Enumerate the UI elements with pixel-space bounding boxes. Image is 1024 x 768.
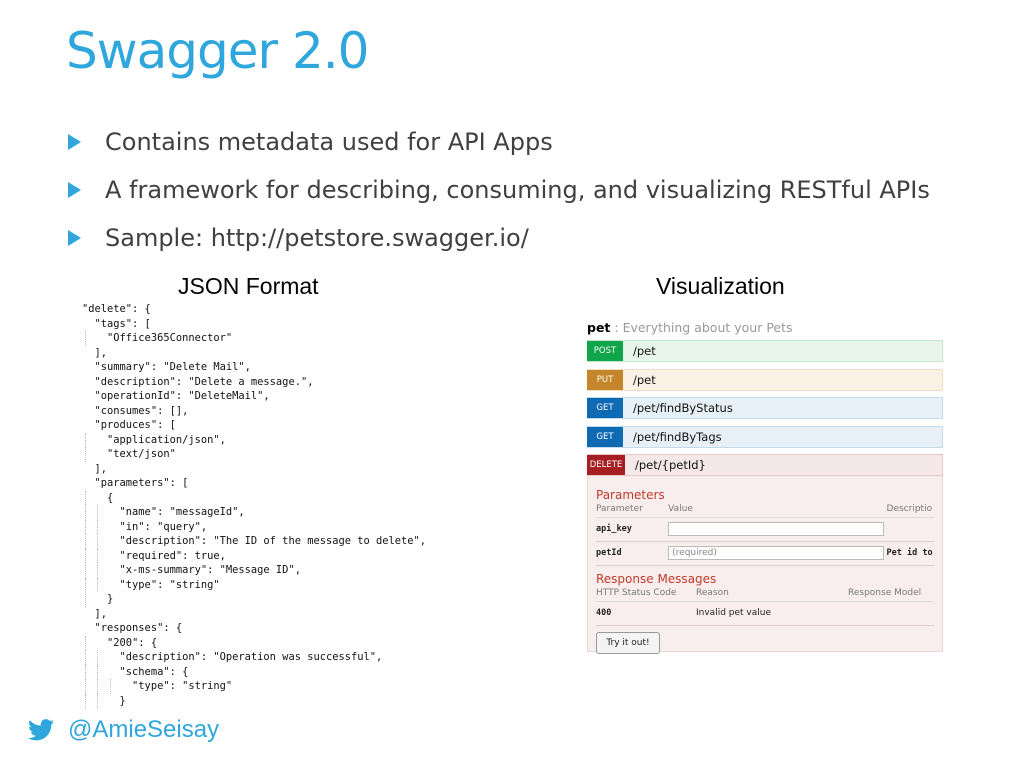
code-line: "x-ms-summary": "Message ID", [82,563,301,578]
indent-guide [97,577,99,592]
bullet-list: Contains metadata used for API Apps A fr… [68,118,930,262]
code-line: "parameters": [ [82,477,189,489]
operation-post[interactable]: POST/pet [587,340,943,362]
http-verb-badge: PUT [587,369,623,390]
twitter-bird-icon [28,719,54,741]
indent-guide [97,548,99,563]
code-line: "operationId": "DeleteMail", [82,390,270,402]
code-line: "tags": [ [82,317,151,330]
code-line: ], [82,462,108,475]
code-line: "description": "The ID of the message to… [82,534,427,549]
code-line: } [82,592,114,607]
indent-guide [84,548,86,563]
indent-guide [97,693,99,708]
response-header-row: HTTP Status Code Reason Response Model [596,586,934,602]
indent-guide [97,519,99,534]
code-line: "consumes": [], [82,404,189,417]
code-line: "type": "string" [82,577,220,592]
slide-title: Swagger 2.0 [66,22,369,80]
operation-path: /pet/findByStatus [633,401,733,415]
code-line: "responses": { [82,622,183,634]
indent-guide [97,534,99,549]
bullet-arrow-icon [68,182,81,198]
code-line: "in": "query", [82,519,208,534]
indent-guide [97,664,99,679]
resource-heading[interactable]: pet : Everything about your Pets [587,318,943,340]
json-format-heading: JSON Format [178,273,319,299]
indent-guide [84,447,86,462]
indent-guide [84,693,86,708]
code-line: "Office365Connector" [82,331,233,346]
try-it-out-button[interactable]: Try it out! [596,631,660,654]
code-line: "text/json" [82,447,176,462]
parameters-title: Parameters [596,487,665,502]
indent-guide [84,577,86,592]
code-line: "required": true, [82,548,226,563]
operation-path: /pet [633,344,656,358]
operation-list: POST/pet PUT/pet GET/pet/findByStatus GET/p… [587,340,943,476]
response-messages-title: Response Messages [596,571,717,586]
indent-guide [97,650,99,665]
indent-guide [84,331,86,346]
indent-guide [97,679,99,694]
operation-path: /pet/findByTags [633,429,722,444]
code-line: "application/json", [82,432,226,447]
operation-put[interactable]: PUT/pet [587,368,943,391]
indent-guide [84,664,86,679]
indent-guide [97,505,99,520]
operation-path: /pet [633,372,656,387]
visualization-heading: Visualization [656,273,785,299]
footer: @AmieSeisay [28,716,219,744]
code-line: { [82,490,114,505]
pet-id-input[interactable]: (required) [668,546,885,560]
api-key-input[interactable] [668,522,885,536]
json-code-block: "delete": { "tags": [ "Office365Connecto… [82,302,426,708]
indent-guide [84,519,86,534]
code-line: "schema": { [82,664,189,679]
bullet-item: Sample: http://petstore.swagger.io/ [68,214,930,262]
operation-get[interactable]: GET/pet/findByStatus [587,397,943,419]
indent-guide [97,563,99,578]
indent-guide [109,679,111,694]
code-line: "200": { [82,635,158,650]
http-verb-badge: DELETE [587,455,625,475]
code-line: "summary": "Delete Mail", [82,361,251,373]
code-line: "name": "messageId", [82,505,245,520]
code-line: "description": "Delete a message.", [82,375,314,388]
operation-get[interactable]: GET/pet/findByTags [587,425,943,448]
code-line: "produces": [ [82,419,176,431]
response-row: 400 Invalid pet value [596,602,934,626]
code-line: "type": "string" [82,679,233,694]
indent-guide [84,505,86,520]
indent-guide [84,490,86,505]
operation-detail-panel: Parameters Parameter Value Descriptio ap… [587,475,943,654]
http-verb-badge: GET [587,398,623,418]
code-line: ], [82,346,108,359]
indent-guide [84,534,86,549]
indent-guide [84,650,86,665]
swagger-ui-preview: pet : Everything about your Pets POST/pe… [587,318,943,680]
indent-guide [84,592,86,607]
twitter-handle[interactable]: @AmieSeisay [68,716,219,744]
indent-guide [84,635,86,650]
operation-path: /pet/{petId} [635,458,706,472]
code-line: "description": "Operation was successful… [82,650,383,665]
operation-delete[interactable]: DELETE/pet/{petId} [587,454,943,476]
indent-guide [84,563,86,578]
http-verb-badge: POST [587,341,623,361]
code-line: } [82,693,126,708]
indent-guide [84,432,86,447]
param-header-row: Parameter Value Descriptio [596,502,934,518]
code-line: ], [82,607,108,620]
bullet-item: Contains metadata used for API Apps [68,118,930,166]
param-row: api_key [596,518,934,542]
bullet-item: A framework for describing, consuming, a… [68,166,930,214]
bullet-arrow-icon [68,134,81,150]
indent-guide [84,679,86,694]
http-verb-badge: GET [587,426,623,447]
bullet-arrow-icon [68,230,81,246]
code-line: "delete": { [82,303,151,315]
param-row: petId (required) Pet id to [596,542,934,566]
